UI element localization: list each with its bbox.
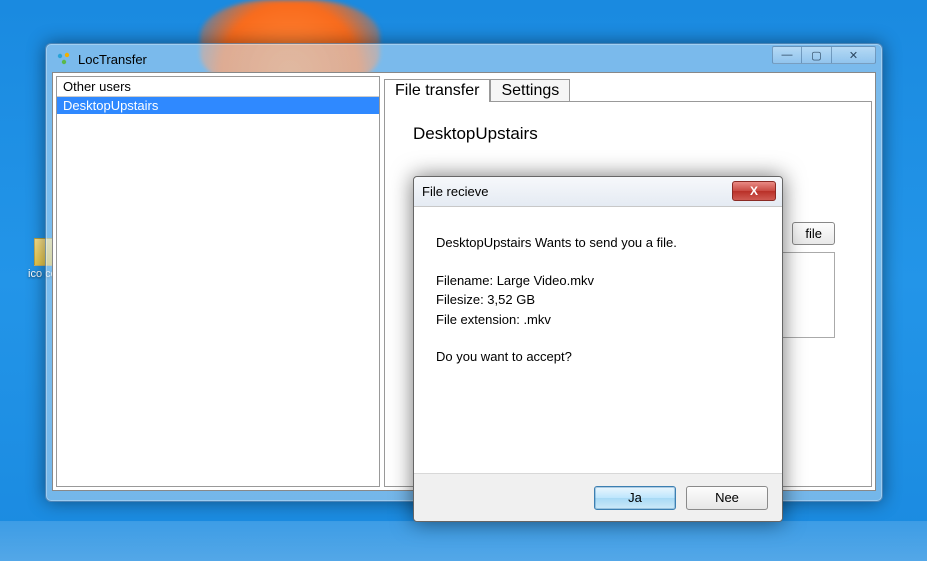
tabs: File transfer Settings bbox=[384, 76, 872, 102]
tab-label: File transfer bbox=[395, 82, 479, 99]
user-item-label: DesktopUpstairs bbox=[63, 98, 158, 113]
dialog-titlebar[interactable]: File recieve X bbox=[414, 177, 782, 207]
peer-name: DesktopUpstairs bbox=[413, 124, 843, 144]
file-receive-dialog: File recieve X DesktopUpstairs Wants to … bbox=[413, 176, 783, 522]
send-file-button[interactable]: file bbox=[792, 222, 835, 245]
dialog-yes-button[interactable]: Ja bbox=[594, 486, 676, 510]
dialog-body: DesktopUpstairs Wants to send you a file… bbox=[414, 207, 782, 473]
tab-file-transfer[interactable]: File transfer bbox=[384, 79, 490, 102]
close-icon: X bbox=[750, 184, 758, 198]
user-list[interactable]: DesktopUpstairs bbox=[57, 97, 379, 486]
dialog-buttons: Ja Nee bbox=[414, 473, 782, 521]
dialog-filesize: Filesize: 3,52 GB bbox=[436, 290, 760, 310]
close-button[interactable]: ✕ bbox=[832, 46, 876, 64]
wallpaper-gradient bbox=[0, 521, 927, 561]
dialog-title: File recieve bbox=[422, 184, 488, 199]
dialog-message: DesktopUpstairs Wants to send you a file… bbox=[436, 233, 760, 253]
app-icon bbox=[56, 51, 72, 67]
dialog-no-button[interactable]: Nee bbox=[686, 486, 768, 510]
tab-label: Settings bbox=[501, 82, 559, 99]
window-controls: — ▢ ✕ bbox=[772, 46, 876, 64]
maximize-button[interactable]: ▢ bbox=[802, 46, 832, 64]
tab-settings[interactable]: Settings bbox=[490, 79, 570, 102]
dialog-close-button[interactable]: X bbox=[732, 181, 776, 201]
dialog-filename: Filename: Large Video.mkv bbox=[436, 271, 760, 291]
titlebar[interactable]: LocTransfer bbox=[52, 50, 876, 72]
user-item-desktopupstairs[interactable]: DesktopUpstairs bbox=[57, 97, 379, 114]
users-panel: Other users DesktopUpstairs bbox=[56, 76, 380, 487]
dialog-accept-question: Do you want to accept? bbox=[436, 347, 760, 367]
minimize-button[interactable]: — bbox=[772, 46, 802, 64]
users-header: Other users bbox=[57, 77, 379, 97]
window-title: LocTransfer bbox=[78, 52, 147, 67]
dialog-extension: File extension: .mkv bbox=[436, 310, 760, 330]
